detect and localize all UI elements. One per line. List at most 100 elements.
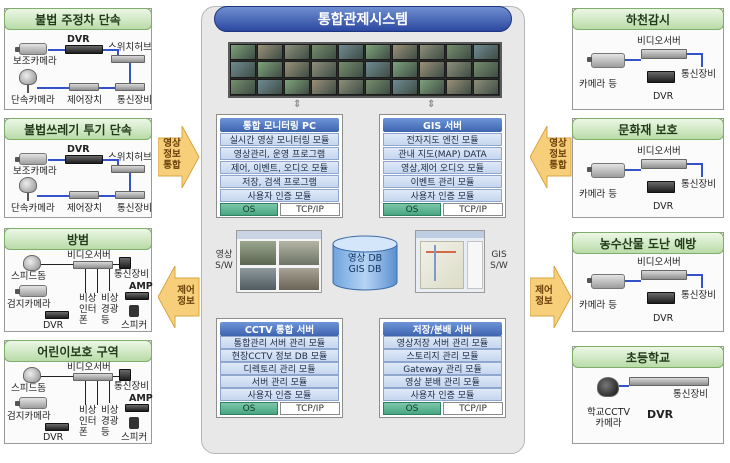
intercom-label: 비상 인터 폰 [79,293,97,326]
module-item: Gateway 관리 모듈 [383,362,502,375]
video-wall-tile [365,44,391,61]
module-item: 사용자 인증 모듈 [220,388,339,401]
video-wall-tile [257,44,283,61]
module-item: 스토리지 관리 모듈 [383,349,502,362]
video-wall-tile [473,61,499,78]
site-title: 방범 [4,228,152,250]
module-item: 실시간 영상 모니터링 모듈 [220,133,339,146]
dvr-device-icon [45,311,69,319]
module-item: 저장, 검색 프로그램 [220,175,339,188]
speed-dome-label: 스피드돔 [11,271,46,282]
camera-icon [587,274,625,289]
main-title: 통합관제시스템 [214,6,512,32]
switch-label: 스위치허브 [108,42,152,53]
video-wall-tile [365,61,391,78]
video-server-label: 비디오서버 [67,250,111,261]
dvr-device-icon [647,71,675,83]
cctv-server-panel: CCTV 통합 서버 통합관리 서버 관리 모듈 현장CCTV 정보 DB 모듈… [216,318,343,418]
dvr-label: DVR [67,144,90,155]
dvr-device-icon [65,45,103,54]
dvr-label: DVR [43,432,64,443]
switch-device-icon [111,165,145,173]
video-wall-tile [392,44,418,61]
detect-camera-label: 검지카메라 [7,299,51,310]
video-wall-tile [284,61,310,78]
tcpip-badge: TCP/IP [280,402,340,415]
video-wall-tile [392,61,418,78]
site-title: 농수산물 도난 예방 [572,232,724,254]
gis-sw-label: GIS S/W [490,250,508,271]
arrow-label: 제어 정보 [535,285,553,307]
video-wall-tile [392,78,418,95]
module-item: 영상저장 서버 관리 모듈 [383,336,502,349]
gis-sw-screenshot [415,230,485,293]
amp-device-icon [125,292,149,300]
module-item: 제어, 이벤트, 오디오 모듈 [220,161,339,174]
control-device-icon [69,83,99,91]
panel-title: GIS 서버 [383,118,502,132]
comm-label: 통신장비 [117,203,152,214]
video-server-icon [641,49,687,59]
video-wall-tile [419,61,445,78]
video-wall-tile [473,78,499,95]
amp-label: AMP [129,393,153,404]
dvr-device-icon [45,423,69,431]
tcpip-badge: TCP/IP [280,203,340,216]
speed-dome-icon [23,255,41,271]
video-wall-tile [257,78,283,95]
comm-device-icon [115,83,145,91]
amp-device-icon [125,404,149,412]
dome-label: 단속카메라 [11,95,55,106]
module-item: 영상,제어 오디오 모듈 [383,161,502,174]
speed-dome-label: 스피드돔 [11,383,46,394]
comm-device-icon [629,377,709,386]
comm-label: 통신장비 [117,95,152,106]
arrow-label: 영상 정보 통합 [163,138,181,171]
camera-label: 카메라 등 [579,300,617,311]
video-wall-tile [311,44,337,61]
video-wall-tile [419,78,445,95]
video-wall-tile [338,78,364,95]
comm-label: 통신장비 [681,290,716,301]
switch-label: 스위치허브 [108,152,152,163]
dome-camera-icon [19,177,37,193]
dvr-device-icon [65,155,103,164]
video-server-icon [641,270,687,280]
module-item: 사용자 인증 모듈 [383,189,502,202]
site-illegal-parking: 불법 주정차 단속 DVR 보조카메라 스위치허브 단속카메라 제어장치 통신장… [4,8,152,110]
updown-arrow-icon: ⇕ [427,99,436,110]
control-device-icon [69,191,99,199]
comm-device-icon [115,191,145,199]
control-label: 제어장치 [67,203,102,214]
camera-icon [587,53,625,68]
os-badge: OS [383,402,441,415]
video-wall-tile [230,61,256,78]
video-wall-tile [446,61,472,78]
dvr-device-icon [647,181,675,193]
module-item: 이벤트 관리 모듈 [383,175,502,188]
video-wall-tile [257,61,283,78]
module-item: 서버 관리 모듈 [220,375,339,388]
video-wall-tile [311,61,337,78]
comm-label: 통신장비 [681,179,716,190]
video-server-icon [73,261,113,269]
site-child-protection: 어린이보호 구역 비디오서버 스피드돔 통신장비 AMP 검지카메라 비상 인터… [4,340,153,444]
dvr-label: DVR [43,320,64,331]
detect-camera-icon [15,397,47,409]
module-item: 현장CCTV 정보 DB 모듈 [220,349,339,362]
os-badge: OS [383,203,441,216]
dvr-label: DVR [653,201,674,212]
dvr-label: DVR [653,91,674,102]
video-sw-label: 영상 S/W [215,250,233,271]
comm-label: 통신장비 [681,69,716,80]
video-wall-tile [473,44,499,61]
video-wall-tile [446,78,472,95]
comm-label: 통신장비 [114,381,149,392]
module-item: 사용자 인증 모듈 [220,189,339,202]
module-item: 통합관리 서버 관리 모듈 [220,336,339,349]
video-wall-tile [338,44,364,61]
panel-title: 저장/분배 서버 [383,322,502,336]
camera-label: 보조카메라 [13,166,57,177]
dome-camera-icon [597,377,619,397]
site-title: 불법쓰레기 투기 단속 [4,118,152,140]
